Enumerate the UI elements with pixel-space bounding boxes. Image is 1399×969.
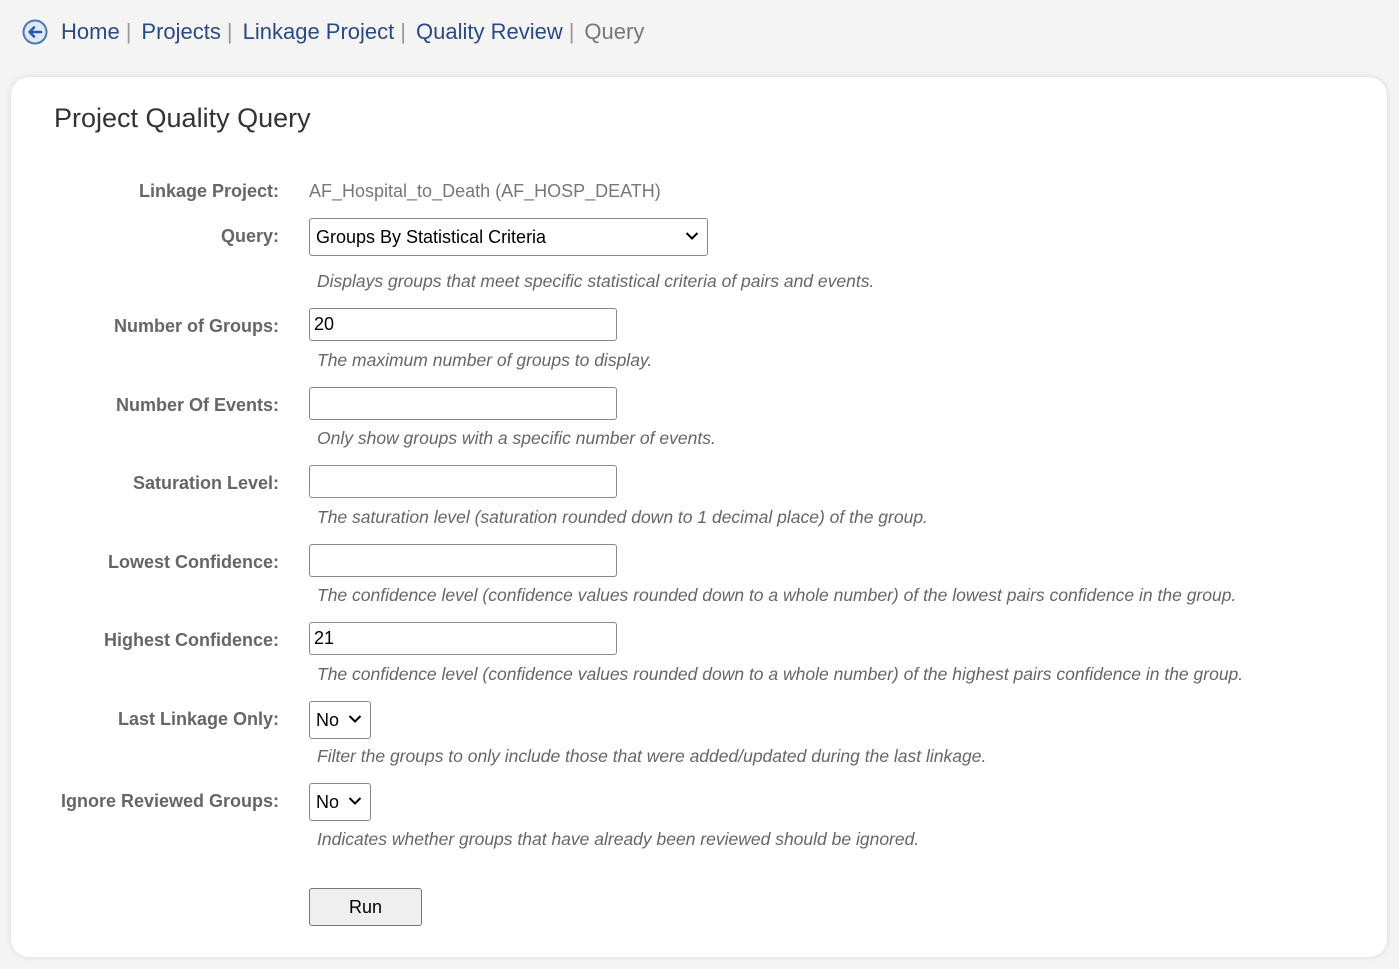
last-linkage-only-select[interactable]: No (309, 701, 371, 739)
breadcrumb-current: Query (584, 19, 645, 44)
breadcrumb: Home | Projects | Linkage Project | Qual… (22, 16, 644, 48)
highest-confidence-hint: The confidence level (confidence values … (317, 664, 1244, 684)
saturation-level-hint: The saturation level (saturation rounded… (317, 507, 928, 527)
chevron-down-icon (685, 232, 699, 240)
query-select-value: Groups By Statistical Criteria (316, 226, 547, 247)
number-of-events-input[interactable] (309, 387, 617, 420)
ignore-reviewed-groups-value: No (316, 791, 340, 812)
saturation-level-label: Saturation Level: (132, 473, 279, 493)
breadcrumb-linkage-project-link[interactable]: Linkage Project (243, 19, 395, 45)
last-linkage-only-value: No (316, 709, 340, 730)
breadcrumb-quality-review-link[interactable]: Quality Review (416, 19, 563, 45)
ignore-reviewed-groups-hint: Indicates whether groups that have alrea… (317, 829, 920, 849)
number-of-groups-hint: The maximum number of groups to display. (317, 350, 653, 370)
last-linkage-only-label: Last Linkage Only: (117, 709, 279, 729)
highest-confidence-label: Highest Confidence: (103, 630, 279, 650)
highest-confidence-input[interactable] (309, 622, 617, 655)
number-of-events-hint: Only show groups with a specific number … (317, 428, 716, 448)
query-select[interactable]: Groups By Statistical Criteria (309, 218, 708, 256)
lowest-confidence-label: Lowest Confidence: (107, 552, 279, 572)
chevron-down-icon (348, 797, 362, 805)
lowest-confidence-input[interactable] (309, 544, 617, 577)
last-linkage-only-hint: Filter the groups to only include those … (317, 746, 987, 766)
linkage-project-value: AF_Hospital_to_Death (AF_HOSP_DEATH) (309, 181, 661, 201)
query-form-card: Project Quality Query Linkage Project: A… (11, 77, 1387, 957)
breadcrumb-separator: | (400, 19, 406, 44)
linkage-project-label: Linkage Project: (138, 181, 279, 201)
number-of-events-label: Number Of Events: (115, 395, 279, 415)
chevron-down-icon (348, 715, 362, 723)
breadcrumb-separator: | (125, 19, 132, 44)
breadcrumb-home-link[interactable]: Home (61, 19, 120, 45)
saturation-level-input[interactable] (309, 465, 617, 498)
breadcrumb-separator: | (568, 19, 575, 44)
number-of-groups-input[interactable] (309, 308, 617, 341)
breadcrumb-separator: | (226, 19, 233, 44)
query-hint: Displays groups that meet specific stati… (317, 271, 875, 291)
breadcrumb-projects-link[interactable]: Projects (141, 19, 220, 45)
page-title: Project Quality Query (54, 103, 311, 133)
ignore-reviewed-groups-select[interactable]: No (309, 783, 371, 821)
query-label: Query: (220, 226, 279, 246)
back-arrow-icon[interactable] (22, 19, 48, 45)
run-button[interactable]: Run (309, 888, 422, 926)
number-of-groups-label: Number of Groups: (114, 316, 279, 336)
ignore-reviewed-groups-label: Ignore Reviewed Groups: (60, 791, 279, 811)
lowest-confidence-hint: The confidence level (confidence values … (317, 585, 1237, 605)
